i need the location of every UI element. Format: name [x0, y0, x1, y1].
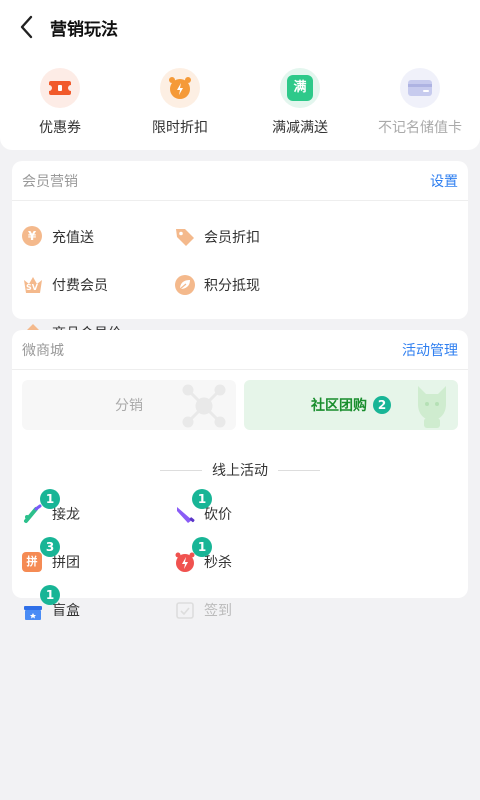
- member-item-paid-member[interactable]: SV 付费会员: [22, 261, 174, 309]
- tab-community-group-buy[interactable]: 社区团购 2: [244, 380, 458, 430]
- tab-count-badge: 2: [373, 396, 391, 414]
- alarm-clock-icon: [160, 68, 200, 108]
- section-title: 线上活动: [212, 463, 268, 479]
- flash-sale-clock-icon: 1: [174, 537, 212, 573]
- check-in-icon: [174, 599, 196, 621]
- group-buy-icon: 拼 3: [22, 537, 60, 573]
- tag-icon: [174, 226, 196, 248]
- activity-item-check-in[interactable]: 签到: [174, 586, 326, 634]
- full-reduction-icon: 满: [280, 68, 320, 108]
- knife-icon: 1: [174, 489, 212, 525]
- activity-management-link[interactable]: 活动管理: [402, 340, 458, 360]
- leaf-icon: [174, 274, 196, 296]
- tool-label: 不记名储值卡: [378, 120, 462, 136]
- activity-label: 签到: [204, 603, 232, 619]
- page-title: 营销玩法: [50, 20, 118, 40]
- member-item-discount[interactable]: 会员折扣: [174, 213, 326, 261]
- activity-count-badge: 3: [40, 537, 60, 557]
- recharge-icon: ¥: [22, 226, 44, 248]
- settings-link[interactable]: 设置: [430, 171, 458, 191]
- tab-distribution[interactable]: 分销: [22, 380, 236, 430]
- member-item-label: 充值送: [52, 230, 94, 246]
- activity-label: 拼团: [52, 555, 80, 571]
- activity-item-flash-sale[interactable]: 1 秒杀: [174, 537, 326, 586]
- activity-count-badge: 1: [192, 537, 212, 557]
- tool-limited-discount[interactable]: 限时折扣: [120, 68, 240, 137]
- gift-box-icon: 1: [22, 585, 60, 621]
- crown-icon: SV: [22, 274, 44, 296]
- card-header: 微商城 活动管理: [12, 330, 468, 370]
- card-title: 会员营销: [22, 173, 78, 190]
- tool-stored-value-card[interactable]: 不记名储值卡: [360, 68, 480, 137]
- activity-item-group-buy[interactable]: 拼 3 拼团: [22, 537, 174, 586]
- activity-grid: 1 接龙 1 砍价 拼 3 拼团 1 秒杀 1 盲盒 签到: [12, 480, 468, 634]
- activity-label: 秒杀: [204, 555, 232, 571]
- stored-value-card-icon: [400, 68, 440, 108]
- activity-item-blind-box[interactable]: 1 盲盒: [22, 585, 174, 634]
- activity-label: 盲盒: [52, 603, 80, 619]
- relay-icon: 1: [22, 489, 60, 525]
- header: 营销玩法 优惠券 限时折扣 满 满减满送 不记名储值卡: [0, 0, 480, 150]
- recharge-glyph: ¥: [22, 226, 42, 246]
- activity-item-bargain[interactable]: 1 砍价: [174, 489, 326, 538]
- card-header: 会员营销 设置: [12, 161, 468, 201]
- activity-count-badge: 1: [40, 585, 60, 605]
- activity-count-badge: 1: [192, 489, 212, 509]
- back-icon[interactable]: [16, 14, 40, 40]
- full-reduction-glyph: 满: [287, 75, 313, 101]
- divider-line: [278, 469, 320, 471]
- crown-glyph: SV: [26, 283, 38, 292]
- group-buy-glyph: 拼: [22, 552, 42, 572]
- micro-mall-card: 微商城 活动管理 分销 社区团购 2 线上活动 1 接龙 1 砍价 拼 3 拼团…: [12, 330, 468, 620]
- member-item-label: 积分抵现: [204, 278, 260, 294]
- activity-item-relay[interactable]: 1 接龙: [22, 489, 174, 538]
- tab-label: 分销: [115, 398, 143, 414]
- tab-label: 社区团购: [311, 398, 367, 414]
- tool-label: 优惠券: [39, 120, 81, 136]
- section-divider: 线上活动: [12, 460, 468, 480]
- coupon-icon: [40, 68, 80, 108]
- member-marketing-card: 会员营销 设置 ¥ 充值送 会员折扣 SV 付费会员 积分抵现: [12, 161, 468, 342]
- tool-coupon[interactable]: 优惠券: [0, 68, 120, 137]
- tool-full-reduction[interactable]: 满 满减满送: [240, 68, 360, 137]
- activity-label: 砍价: [204, 507, 232, 523]
- divider-line: [160, 469, 202, 471]
- activity-count-badge: 1: [40, 489, 60, 509]
- card-title: 微商城: [22, 342, 64, 359]
- tool-label: 限时折扣: [152, 120, 208, 136]
- tool-label: 满减满送: [272, 120, 328, 136]
- member-item-label: 付费会员: [52, 278, 108, 294]
- marketing-tools: 优惠券 限时折扣 满 满减满送 不记名储值卡: [0, 68, 480, 137]
- mascot-icon: [418, 386, 446, 428]
- member-item-points[interactable]: 积分抵现: [174, 261, 326, 309]
- network-icon: [182, 384, 226, 428]
- member-item-label: 会员折扣: [204, 230, 260, 246]
- member-item-recharge[interactable]: ¥ 充值送: [22, 213, 174, 261]
- mall-tabs: 分销 社区团购 2: [12, 370, 468, 430]
- activity-label: 接龙: [52, 507, 80, 523]
